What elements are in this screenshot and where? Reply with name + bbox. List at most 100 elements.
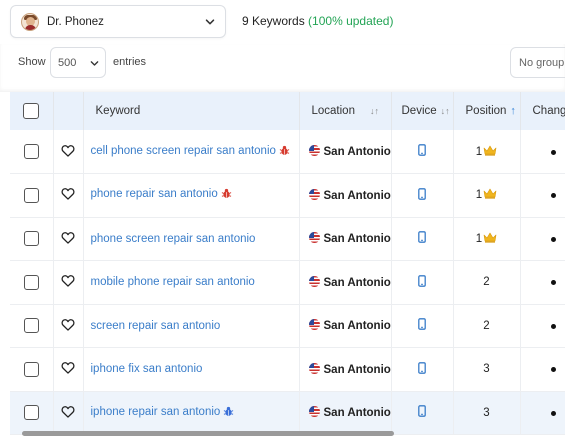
location-name: San Antonio [323, 407, 391, 420]
heart-outline-icon[interactable] [61, 318, 75, 334]
keyword-header[interactable]: Keyword [83, 92, 300, 130]
position-cell: 2 [453, 260, 521, 304]
device-header[interactable]: Device ↓↑ [391, 92, 454, 130]
keyword-cell: iphone fix san antonio [83, 347, 300, 391]
keyword-summary: 9 Keywords (100% updated) [242, 14, 393, 28]
device-cell [391, 217, 454, 261]
position-value: 2 [483, 319, 490, 332]
updated-status: (100% updated) [308, 14, 394, 28]
keyword-link[interactable]: iphone repair san antonio [91, 406, 221, 418]
heart-outline-icon[interactable] [61, 405, 75, 421]
favorite-cell [53, 260, 84, 304]
location-name: San Antonio [323, 276, 391, 289]
change-indicator [550, 236, 556, 242]
group-filter-select[interactable]: No group [510, 47, 565, 78]
keyword-cell: mobile phone repair san antonio [83, 260, 300, 304]
position-value: 3 [483, 363, 490, 376]
keyword-link[interactable]: phone screen repair san antonio [91, 233, 256, 245]
device-cell [391, 173, 454, 217]
row-checkbox[interactable] [23, 318, 39, 334]
keyword-link[interactable]: screen repair san antonio [91, 320, 221, 332]
keyword-cell: iphone repair san antonio [83, 391, 300, 435]
sort-ascending-icon[interactable]: ↑ [510, 105, 516, 117]
us-flag-icon [308, 319, 320, 331]
heart-outline-icon[interactable] [61, 231, 75, 247]
row-checkbox[interactable] [23, 274, 39, 290]
table-header-row: Keyword Location ↓↑ Device ↓↑ Position ↑ Ch… [10, 92, 565, 130]
table-row[interactable]: phone repair san antonio San Antonio 1 [10, 173, 565, 217]
location-header[interactable]: Location ↓↑ [299, 92, 392, 130]
heart-outline-icon[interactable] [61, 188, 75, 203]
us-flag-icon [308, 232, 320, 244]
position-cell: 2 [453, 304, 521, 348]
heart-outline-icon[interactable] [61, 144, 75, 160]
change-header-label: Chang [532, 105, 565, 117]
change-header[interactable]: Chang [520, 92, 565, 130]
keyword-link[interactable]: cell phone screen repair san antonio [91, 145, 276, 157]
location-name: San Antonio [323, 363, 391, 376]
keyword-link[interactable]: mobile phone repair san antonio [91, 276, 255, 288]
us-flag-icon [308, 406, 320, 418]
project-selector[interactable]: Dr. Phonez [10, 5, 226, 38]
change-indicator [550, 367, 556, 373]
sort-icon[interactable]: ↓↑ [441, 106, 450, 116]
select-all-checkbox[interactable] [23, 103, 40, 119]
bug-icon [223, 406, 234, 420]
table-row[interactable]: iphone repair san antonio San Antonio 3 [10, 391, 565, 435]
position-header[interactable]: Position ↑ [453, 92, 521, 130]
table-row[interactable]: iphone fix san antonio San Antonio 3 [10, 347, 565, 391]
table-row[interactable]: mobile phone repair san antonio San Anton… [10, 260, 565, 304]
position-value: 1 [475, 189, 483, 202]
table-row[interactable]: screen repair san antonio San Antonio 2 [10, 304, 565, 348]
device-cell [391, 347, 454, 391]
keyword-link[interactable]: phone repair san antonio [91, 188, 218, 200]
us-flag-icon [308, 145, 320, 156]
device-cell [391, 130, 454, 174]
us-flag-icon [308, 362, 320, 374]
row-select-cell [10, 304, 54, 348]
row-checkbox[interactable] [23, 231, 39, 247]
mobile-phone-icon [418, 231, 426, 246]
change-indicator [550, 149, 556, 155]
heart-outline-icon[interactable] [61, 362, 75, 377]
position-cell: 3 [453, 347, 521, 391]
row-checkbox[interactable] [23, 187, 39, 203]
favorite-header [53, 92, 84, 130]
device-cell [391, 304, 454, 348]
sort-icon[interactable]: ↓↑ [370, 106, 379, 116]
location-cell: San Antonio [299, 391, 392, 435]
position-cell: 3 [453, 391, 521, 435]
favorite-cell [53, 173, 84, 217]
horizontal-scrollbar[interactable] [22, 431, 394, 436]
project-name: Dr. Phonez [47, 15, 104, 28]
entries-per-page-select[interactable]: 500 [50, 47, 106, 78]
keywords-table: Keyword Location ↓↑ Device ↓↑ Position ↑ Ch… [10, 92, 565, 435]
device-cell [391, 391, 454, 435]
row-checkbox[interactable] [23, 361, 39, 377]
show-label: Show [18, 56, 46, 68]
table-row[interactable]: cell phone screen repair san antonio San … [10, 130, 565, 174]
chevron-down-icon [90, 61, 99, 66]
change-cell [520, 260, 565, 304]
project-avatar [21, 12, 39, 31]
device-header-label: Device [401, 105, 437, 117]
change-indicator [550, 323, 556, 329]
position-cell: 1 [453, 130, 521, 174]
keyword-link[interactable]: iphone fix san antonio [91, 363, 203, 375]
heart-outline-icon[interactable] [61, 275, 75, 290]
change-cell [520, 173, 565, 217]
us-flag-icon [308, 188, 320, 200]
row-select-cell [10, 260, 54, 304]
row-checkbox[interactable] [23, 405, 39, 421]
crown-icon [483, 188, 497, 202]
mobile-phone-icon [418, 144, 426, 159]
table-row[interactable]: phone screen repair san antonio San Anton… [10, 217, 565, 261]
table-toolbar: Show 500 entries No group [0, 44, 565, 92]
bug-icon [279, 145, 290, 159]
change-cell [520, 130, 565, 174]
entries-value: 500 [58, 56, 77, 69]
row-checkbox[interactable] [23, 144, 39, 159]
change-cell [520, 217, 565, 261]
location-cell: San Antonio [299, 260, 392, 304]
location-cell: San Antonio [299, 217, 392, 261]
